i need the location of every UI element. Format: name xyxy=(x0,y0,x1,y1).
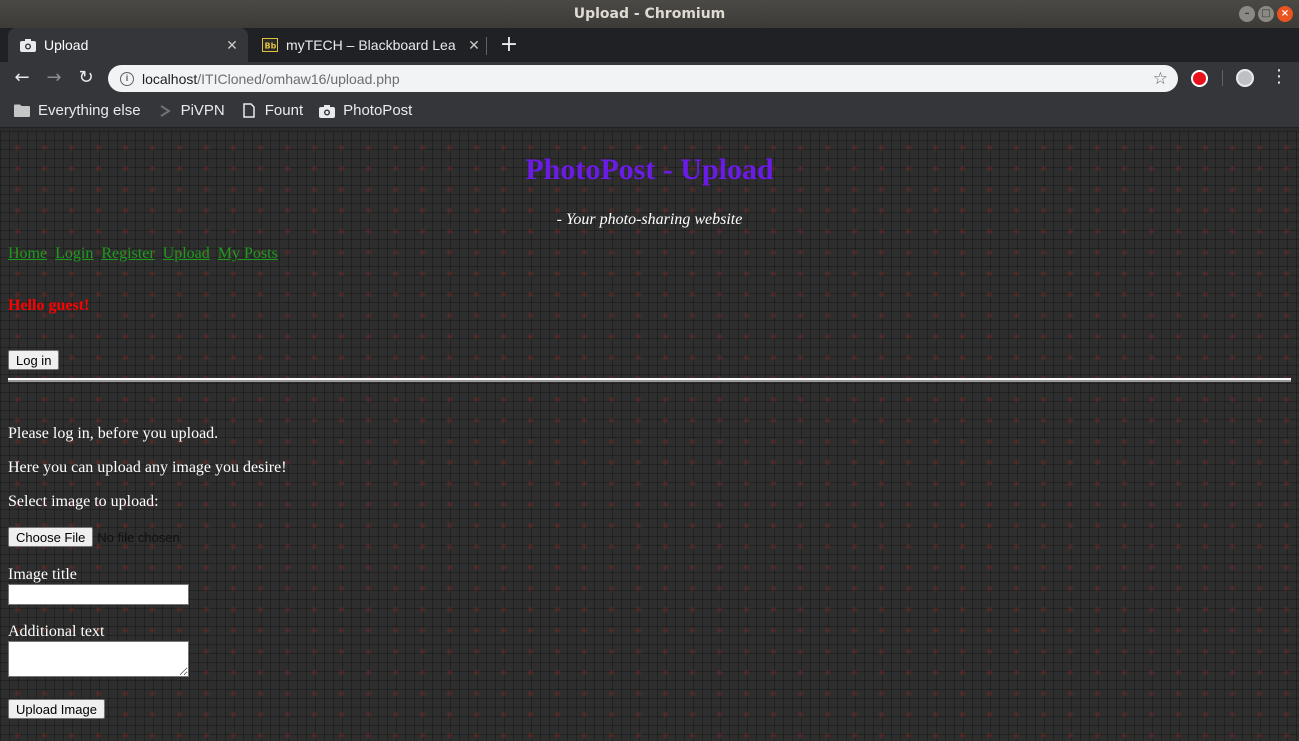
page-content: PhotoPost - Upload - Your photo-sharing … xyxy=(0,131,1299,741)
site-nav: Home Login Register Upload My Posts xyxy=(8,245,282,263)
url-path: /ITICloned/omhaw16/upload.php xyxy=(197,70,400,87)
file-input: Choose File No file chosen xyxy=(8,527,180,547)
bookmark-photopost[interactable]: PhotoPost xyxy=(319,102,412,119)
horizontal-divider xyxy=(8,378,1291,382)
url-host: localhost xyxy=(142,70,198,87)
back-arrow-icon[interactable]: ← xyxy=(11,67,33,89)
forward-arrow-icon[interactable]: → xyxy=(43,67,65,89)
info-icon[interactable]: i xyxy=(120,71,134,86)
tab-strip: Upload ✕ Bb myTECH – Blackboard Lea ✕ + xyxy=(0,28,1299,62)
close-tab-icon[interactable]: ✕ xyxy=(222,37,242,54)
camera-icon xyxy=(319,103,336,119)
additional-text-label: Additional text xyxy=(8,623,105,640)
bookmark-label: PhotoPost xyxy=(343,102,413,119)
folder-icon xyxy=(14,103,30,119)
blackboard-icon: Bb xyxy=(262,37,278,53)
address-bar[interactable]: i localhost/ITICloned/omhaw16/upload.php… xyxy=(108,65,1178,92)
close-tab-icon[interactable]: ✕ xyxy=(464,37,484,54)
minimize-button[interactable]: – xyxy=(1239,6,1255,22)
browser-toolbar: ← → ↻ i localhost/ITICloned/omhaw16/uplo… xyxy=(0,62,1299,94)
nav-link-upload[interactable]: Upload xyxy=(163,245,210,262)
close-window-button[interactable]: × xyxy=(1277,6,1293,22)
upload-image-button[interactable]: Upload Image xyxy=(8,699,105,719)
svg-text:Bb: Bb xyxy=(265,42,277,51)
file-status: No file chosen xyxy=(97,529,180,545)
tab-blackboard[interactable]: Bb myTECH – Blackboard Lea ✕ xyxy=(250,28,490,62)
nav-link-my-posts[interactable]: My Posts xyxy=(218,245,278,262)
tab-upload[interactable]: Upload ✕ xyxy=(8,28,248,62)
tagline: - Your photo-sharing website xyxy=(556,211,743,228)
login-button[interactable]: Log in xyxy=(8,350,60,370)
bookmark-label: PiVPN xyxy=(180,102,225,119)
page-title: PhotoPost - Upload xyxy=(525,153,774,186)
new-tab-button[interactable]: + xyxy=(499,32,519,57)
profile-avatar[interactable] xyxy=(1236,69,1254,87)
nav-link-register[interactable]: Register xyxy=(101,245,154,262)
additional-text-textarea[interactable] xyxy=(8,641,189,677)
login-notice: Please log in, before you upload. xyxy=(8,425,219,442)
image-title-label: Image title xyxy=(8,566,77,583)
greeting-text: Hello guest! xyxy=(8,297,90,314)
window-titlebar: Upload - Chromium – □ × xyxy=(0,0,1299,28)
bookmarks-bar: Everything else PiVPN Fount PhotoPost xyxy=(0,94,1299,128)
nav-link-login[interactable]: Login xyxy=(55,245,93,262)
maximize-button[interactable]: □ xyxy=(1258,6,1274,22)
choose-file-button[interactable]: Choose File xyxy=(8,527,94,547)
pivpn-icon xyxy=(157,103,173,119)
image-title-input[interactable] xyxy=(8,584,189,605)
window-title: Upload - Chromium xyxy=(573,6,726,22)
bookmark-label: Fount xyxy=(264,102,304,119)
tab-label: Upload xyxy=(44,37,89,53)
bookmark-fount[interactable]: Fount xyxy=(241,102,303,119)
select-image-label: Select image to upload: xyxy=(8,493,159,510)
reload-icon[interactable]: ↻ xyxy=(75,67,97,89)
document-icon xyxy=(241,103,257,119)
camera-icon xyxy=(20,37,36,53)
bookmark-everything-else[interactable]: Everything else xyxy=(14,102,141,119)
bookmark-star-icon[interactable]: ☆ xyxy=(1153,69,1168,89)
tab-separator xyxy=(486,37,487,55)
bookmark-label: Everything else xyxy=(38,102,141,119)
nav-link-home[interactable]: Home xyxy=(8,245,47,262)
window-controls: – □ × xyxy=(1239,6,1293,22)
toolbar-separator xyxy=(1222,70,1223,86)
extension-icon[interactable] xyxy=(1191,70,1208,87)
tab-label: myTECH – Blackboard Lea xyxy=(286,37,456,53)
bookmark-pivpn[interactable]: PiVPN xyxy=(157,102,225,119)
upload-intro: Here you can upload any image you desire… xyxy=(8,459,287,476)
menu-icon[interactable]: ⋮ xyxy=(1270,67,1288,87)
